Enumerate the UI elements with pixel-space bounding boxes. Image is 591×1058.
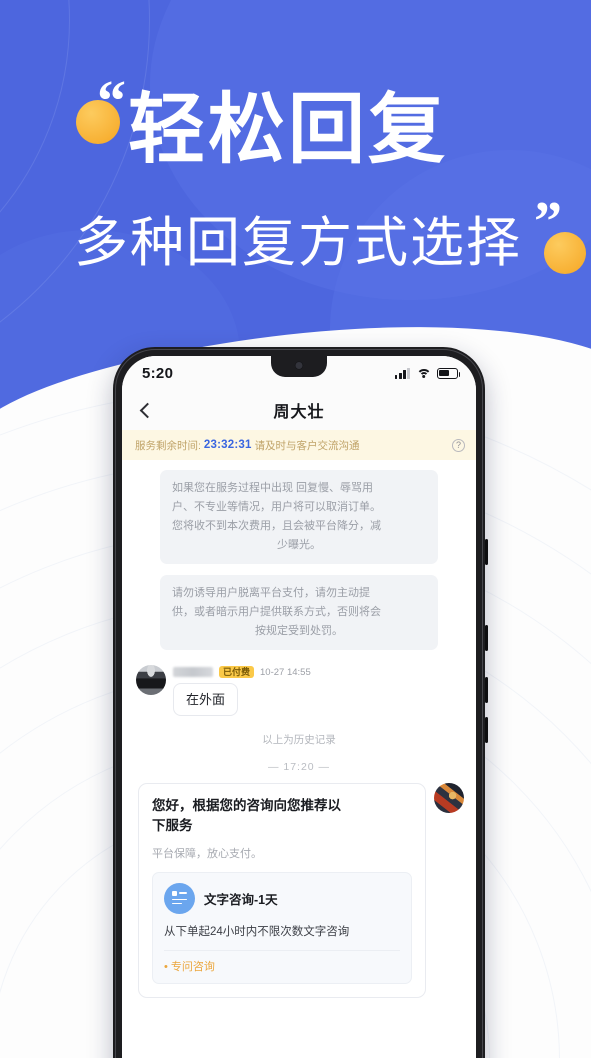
status-badge: 已付费 xyxy=(219,666,255,678)
system-notice-line: 请勿诱导用户脱离平台支付，请勿主动提 xyxy=(172,587,370,599)
system-notice-line: 少曝光。 xyxy=(277,539,321,551)
phone-volume-down-button[interactable] xyxy=(484,677,488,703)
phone-volume-up-button[interactable] xyxy=(484,625,488,651)
signal-icon xyxy=(394,367,410,379)
page-title: 轻松回复 xyxy=(128,87,448,173)
user-name-masked xyxy=(173,667,213,677)
agent-avatar[interactable] xyxy=(434,783,464,813)
system-notice-bubble: 请勿诱导用户脱离平台支付，请勿主动提 供，或者暗示用户提供联系方式，否则将会 按… xyxy=(160,575,438,650)
recommendation-title: 您好，根据您的咨询向您推荐以 xyxy=(152,798,341,813)
divider xyxy=(164,950,400,951)
system-notice-line: 户、不专业等情况，用户将可以取消订单。 xyxy=(172,501,381,513)
message-timestamp: 10-27 14:55 xyxy=(260,666,311,678)
message-bubble[interactable]: 在外面 xyxy=(173,683,239,716)
system-notice-bubble: 如果您在服务过程中出现 回复慢、辱骂用 户、不专业等情况，用户将可以取消订单。 … xyxy=(160,470,438,564)
history-divider: 以上为历史记录 xyxy=(262,734,336,746)
message-meta: 已付费 10-27 14:55 xyxy=(173,665,311,679)
bullet-icon: • xyxy=(164,961,168,973)
phone-extra-button[interactable] xyxy=(484,717,488,743)
system-notice-line: 如果您在服务过程中出现 回复慢、辱骂用 xyxy=(172,482,374,494)
quote-close-icon: ” xyxy=(534,194,590,274)
service-name: 文字咨询-1天 xyxy=(204,892,278,907)
quote-open-icon: “ xyxy=(76,72,134,144)
promo-screenshot: “ 轻松回复 多种回复方式选择 ” 5:20 周大壮 服务剩余时间: 23:32… xyxy=(0,0,591,1058)
phone-mockup: 5:20 周大壮 服务剩余时间: 23:32:31 请及时与客户交流沟通 ? 如… xyxy=(113,347,488,1058)
battery-icon xyxy=(437,367,461,379)
system-notice-line: 您将收不到本次费用，且会被平台降分，减 xyxy=(172,520,381,532)
phone-power-button[interactable] xyxy=(484,539,488,565)
service-tag: • 专问咨询 xyxy=(164,958,400,974)
recommendation-subtitle: 平台保障，放心支付。 xyxy=(152,848,262,860)
back-button[interactable] xyxy=(137,402,153,418)
conversation-title: 周大壮 xyxy=(273,404,325,421)
chat-message-incoming: 已付费 10-27 14:55 在外面 xyxy=(122,661,476,716)
navigation-bar: 周大壮 xyxy=(122,390,476,430)
timer-label: 服务剩余时间: xyxy=(135,439,201,452)
countdown-timer: 23:32:31 xyxy=(203,439,252,451)
document-list-icon xyxy=(164,883,195,914)
page-subtitle: 多种回复方式选择 xyxy=(74,213,522,273)
service-timer-banner: 服务剩余时间: 23:32:31 请及时与客户交流沟通 ? xyxy=(122,430,476,460)
service-card[interactable]: 文字咨询-1天 从下单起24小时内不限次数文字咨询 • 专问咨询 xyxy=(152,872,412,984)
question-mark-icon[interactable]: ? xyxy=(452,438,465,452)
front-camera-notch xyxy=(271,356,327,377)
timer-tip: 请及时与客户交流沟通 xyxy=(254,439,360,452)
user-avatar[interactable] xyxy=(136,665,166,695)
wifi-icon xyxy=(416,368,431,379)
recommendation-card[interactable]: 您好，根据您的咨询向您推荐以 下服务 平台保障，放心支付。 文字咨询-1天 从下… xyxy=(138,783,426,998)
recommendation-title-line2: 下服务 xyxy=(152,818,193,833)
chat-message-recommendation: 您好，根据您的咨询向您推荐以 下服务 平台保障，放心支付。 文字咨询-1天 从下… xyxy=(122,783,476,998)
service-description: 从下单起24小时内不限次数文字咨询 xyxy=(164,926,350,938)
phone-screen: 5:20 周大壮 服务剩余时间: 23:32:31 请及时与客户交流沟通 ? 如… xyxy=(122,356,476,1058)
chat-message-list[interactable]: 如果您在服务过程中出现 回复慢、辱骂用 户、不专业等情况，用户将可以取消订单。 … xyxy=(122,460,476,1058)
system-notice-line: 按规定受到处罚。 xyxy=(255,625,343,637)
system-notice-line: 供，或者暗示用户提供联系方式，否则将会 xyxy=(172,606,381,618)
status-time: 5:20 xyxy=(142,364,174,382)
time-separator: — 17:20 — xyxy=(267,761,331,773)
service-tag-label: 专问咨询 xyxy=(170,961,215,973)
